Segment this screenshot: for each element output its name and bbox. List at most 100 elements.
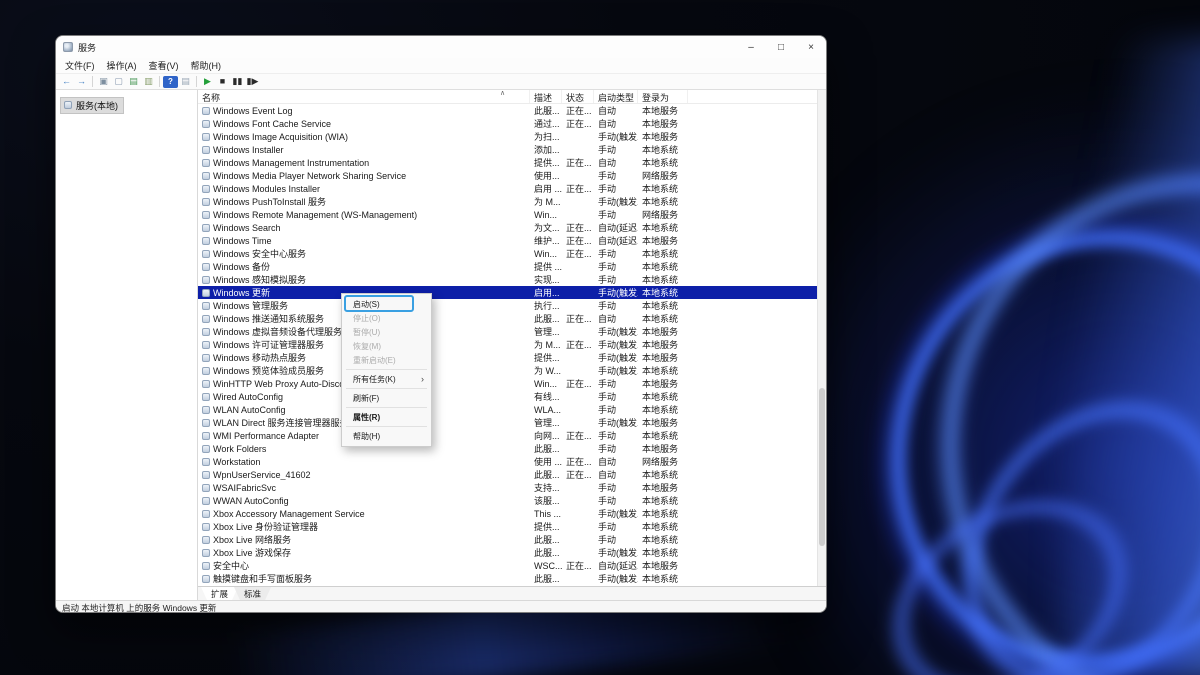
service-row[interactable]: Windows Management Instrumentation 提供... 正… (198, 156, 817, 169)
service-gear-icon (202, 223, 210, 232)
service-logon-cell: 本地系统 (642, 366, 679, 376)
service-logon-cell: 本地服务 (642, 353, 679, 363)
service-gear-icon (202, 301, 210, 310)
service-row[interactable]: Xbox Live 游戏保存此服... 手动(触发... 本地系统 (198, 546, 817, 559)
show-console-tree-icon[interactable]: ▣ (96, 75, 111, 89)
service-desc-cell: 提供... (534, 158, 560, 168)
stop-service-icon[interactable]: ■ (215, 75, 230, 89)
service-startup-cell: 手动 (598, 405, 617, 415)
service-row[interactable]: WLAN Direct 服务连接管理器服务管理...手动(触发...本地服务 (198, 416, 817, 429)
services-list-pane: ∧ 名称 描述 状态 启动类型 登录为 Windows Event Log 此服... 正在… (198, 90, 826, 600)
service-row[interactable]: Xbox Live 身份验证管理器 提供... 手动 本地系统 (198, 520, 817, 533)
service-name-cell: Windows Modules Installer (198, 184, 530, 194)
back-icon[interactable]: ← (59, 75, 74, 89)
service-row[interactable]: Windows 移动热点服务提供...手动(触发...本地服务 (198, 351, 817, 364)
service-logon-cell: 本地服务 (642, 340, 679, 350)
export-list-icon[interactable]: ▥ (141, 75, 156, 89)
tree-item-services-local[interactable]: 服务(本地) (60, 96, 124, 114)
service-startup-cell: 手动 (598, 171, 617, 181)
service-row[interactable]: WinHTTP Web Proxy Auto-Discovery Service… (198, 377, 817, 390)
service-row[interactable]: WLAN AutoConfig WLA... 手动 本地系统 (198, 403, 817, 416)
service-desc-cell: 此服... (534, 574, 560, 584)
service-row[interactable]: Wired AutoConfig 有线... 手动 本地系统 (198, 390, 817, 403)
service-row[interactable]: Windows Modules Installer 启用 ... 正在... 手动 本地… (198, 182, 817, 195)
tree-item-label: 服务(本地) (76, 100, 118, 111)
service-row[interactable]: Workstation 使用 ... 正在... 自动 网络服务 (198, 455, 817, 468)
service-row[interactable]: Windows 更新启用...手动(触发...本地系统 (198, 286, 817, 299)
services-app-icon (63, 42, 73, 52)
service-row[interactable]: Windows 感知模拟服务 实现... 手动 本地系统 (198, 273, 817, 286)
service-row[interactable]: Windows Media Player Network Sharing Ser… (198, 169, 817, 182)
service-status-cell: 正在... (566, 249, 592, 259)
service-row[interactable]: Windows 备份 提供 ... 手动 本地系统 (198, 260, 817, 273)
tab-standard[interactable]: 标准 (234, 587, 272, 600)
service-row[interactable]: Windows 管理服务 执行... 手动 本地系统 (198, 299, 817, 312)
service-rows: Windows Event Log 此服... 正在... 自动 本地服务 Windows… (198, 104, 817, 586)
column-header-2[interactable]: 状态 (562, 90, 594, 103)
service-startup-cell: 手动 (598, 522, 617, 532)
service-row[interactable]: Work Folders 此服... 手动 本地服务 (198, 442, 817, 455)
vertical-scrollbar[interactable] (817, 90, 826, 586)
toolbar-separator (92, 76, 93, 87)
service-row[interactable]: Xbox Live 网络服务 此服... 手动 本地系统 (198, 533, 817, 546)
service-row[interactable]: WSAIFabricSvc 支持... 手动 本地服务 (198, 481, 817, 494)
service-desc-cell: 有线... (534, 392, 560, 402)
service-startup-cell: 手动 (598, 483, 617, 493)
column-header-0[interactable]: 名称 (198, 90, 530, 103)
service-row[interactable]: WMI Performance Adapter 向网... 正在... 手动 本地系统 (198, 429, 817, 442)
menu-file[interactable]: 文件(F) (59, 59, 101, 72)
service-row[interactable]: WpnUserService_41602 此服... 正在... 自动 本地系统 (198, 468, 817, 481)
service-row[interactable]: Windows Font Cache Service 通过... 正在... 自动 本地… (198, 117, 817, 130)
service-name-cell: Windows Event Log (198, 106, 530, 116)
service-row[interactable]: Windows 预览体验成员服务为 W...手动(触发...本地系统 (198, 364, 817, 377)
service-row[interactable]: Windows Remote Management (WS-Management… (198, 208, 817, 221)
service-name-cell: WpnUserService_41602 (198, 470, 530, 480)
context-menu-item-start[interactable]: 启动(S) (342, 297, 431, 311)
service-name-cell: WSAIFabricSvc (198, 483, 530, 493)
help-icon[interactable]: ? (163, 75, 178, 88)
context-menu-item-properties[interactable]: 属性(R) (342, 410, 431, 424)
restart-service-icon[interactable]: ▮▶ (245, 75, 260, 89)
list-view-icon[interactable]: ▤ (178, 75, 193, 89)
forward-icon[interactable]: → (74, 75, 89, 89)
service-row[interactable]: Windows Time 维护... 正在... 自动(延迟... 本地服务 (198, 234, 817, 247)
service-row[interactable]: Windows PushToInstall 服务为 M... 手动(触发... 本地… (198, 195, 817, 208)
service-row[interactable]: Windows Search 为文... 正在... 自动(延迟... 本地系统 (198, 221, 817, 234)
service-row[interactable]: Windows Installer 添加... 手动 本地系统 (198, 143, 817, 156)
pause-service-icon[interactable]: ▮▮ (230, 75, 245, 89)
tab-extended[interactable]: 扩展 (201, 587, 239, 600)
maximize-button[interactable]: □ (766, 36, 796, 58)
start-service-icon[interactable]: ▶ (200, 75, 215, 89)
service-row[interactable]: 安全中心 WSC... 正在... 自动(延迟... 本地服务 (198, 559, 817, 572)
context-menu-item-refresh[interactable]: 刷新(F) (342, 391, 431, 405)
service-row[interactable]: WWAN AutoConfig 该服... 手动 本地系统 (198, 494, 817, 507)
service-name-cell: Windows 感知模拟服务 (198, 273, 530, 286)
service-desc-cell: 提供... (534, 522, 560, 532)
service-name-cell: WWAN AutoConfig (198, 496, 530, 506)
menu-view[interactable]: 查看(V) (143, 59, 185, 72)
column-header-4[interactable]: 登录为 (638, 90, 688, 103)
column-header-1[interactable]: 描述 (530, 90, 562, 103)
minimize-button[interactable]: – (736, 36, 766, 58)
service-row[interactable]: Windows 推送通知系统服务 此服... 正在... 自动 本地系统 (198, 312, 817, 325)
service-row[interactable]: Windows 许可证管理器服务为 M...正在...手动(触发...本地服务 (198, 338, 817, 351)
document-icon[interactable]: ▢ (111, 75, 126, 89)
service-row[interactable]: Windows 安全中心服务 Win... 正在... 手动 本地系统 (198, 247, 817, 260)
service-gear-icon (202, 249, 210, 258)
export-icon[interactable]: ▤ (126, 75, 141, 89)
service-row[interactable]: Windows Image Acquisition (WIA) 为扫... 手动(触… (198, 130, 817, 143)
service-row[interactable]: Xbox Accessory Management Service This ..… (198, 507, 817, 520)
service-row[interactable]: Windows 虚拟音频设备代理服务管理...手动(触发...本地服务 (198, 325, 817, 338)
context-menu-item-all-tasks[interactable]: 所有任务(K) › (342, 372, 431, 386)
column-header-3[interactable]: 启动类型 (594, 90, 638, 103)
service-row[interactable]: Windows Event Log 此服... 正在... 自动 本地服务 (198, 104, 817, 117)
service-row[interactable]: 触摸键盘和手写面板服务此服... 手动(触发... 本地系统 (198, 572, 817, 585)
menu-help[interactable]: 帮助(H) (185, 59, 228, 72)
menu-action[interactable]: 操作(A) (101, 59, 143, 72)
service-desc-cell: 使用... (534, 171, 560, 181)
context-menu-item-help[interactable]: 帮助(H) (342, 429, 431, 443)
scrollbar-thumb[interactable] (819, 387, 825, 547)
close-button[interactable]: × (796, 36, 826, 58)
context-menu-item-pause: 暂停(U) (353, 327, 381, 337)
service-logon-cell: 本地系统 (642, 275, 679, 285)
